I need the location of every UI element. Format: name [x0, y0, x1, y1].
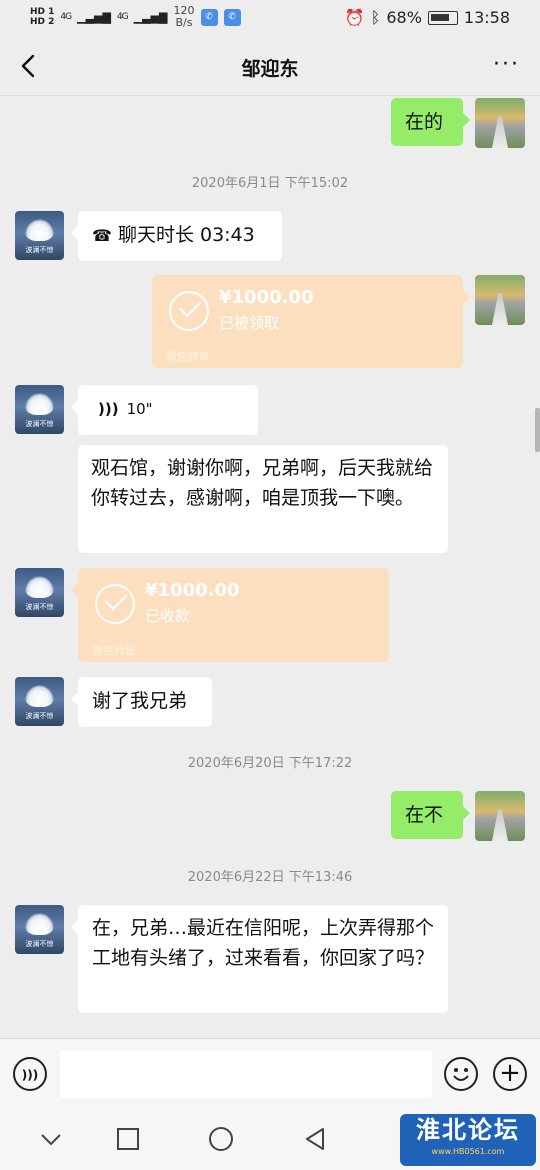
transfer-status: 已收款	[145, 607, 191, 625]
chat-message-list[interactable]: 在的 2020年6月1日 下午15:02 波澜不惊 ☎ 聊天时长 03:43 ¥1…	[0, 96, 540, 1038]
transfer-source: 微信转账	[166, 350, 210, 363]
chat-header: 邹迎东 ···	[0, 38, 540, 96]
hide-chevron-icon[interactable]	[38, 1126, 64, 1152]
clock: 13:58	[463, 8, 510, 27]
back-triangle-icon[interactable]	[302, 1126, 328, 1152]
voice-wave-icon: )))	[98, 400, 119, 418]
message-text: 谢了我兄弟	[92, 690, 188, 712]
contact-avatar[interactable]: 波澜不惊	[15, 677, 64, 726]
voice-duration: 10"	[126, 400, 153, 418]
avatar-caption: 波澜不惊	[25, 940, 54, 948]
network-speed-unit: B/s	[175, 16, 193, 29]
status-left: HD 1 HD 2 4G ▁▃▅▇ 4G ▁▃▅▇ 120 B/s ✆ ✆	[30, 5, 241, 29]
message-text: 观石馆，谢谢你啊，兄弟啊，后天我就给你转过去，感谢啊，咱是顶我一下噢。	[91, 457, 434, 509]
received-message-bubble[interactable]: 观石馆，谢谢你啊，兄弟啊，后天我就给你转过去，感谢啊，咱是顶我一下噢。	[78, 445, 448, 553]
avatar-caption: 波澜不惊	[25, 420, 54, 428]
status-right: ⏰ ᛒ 68% 13:58	[345, 8, 510, 27]
voice-wave-glyph: )))	[21, 1068, 39, 1082]
transfer-amount: ¥1000.00	[145, 580, 240, 601]
contact-avatar[interactable]: 波澜不惊	[15, 568, 64, 617]
message-input-bar: ))) +	[0, 1038, 540, 1110]
transfer-card[interactable]: ¥1000.00 已收款 微信转账	[71, 568, 389, 662]
more-options-icon[interactable]: ···	[493, 54, 520, 76]
hd1-label: HD 1	[30, 7, 55, 17]
hd-indicator: HD 1 HD 2	[30, 7, 54, 27]
contact-avatar[interactable]: 波澜不惊	[15, 385, 64, 434]
watermark-url: www.HB0561.com	[431, 1147, 505, 1156]
transfer-amount: ¥1000.00	[219, 287, 314, 308]
received-message-bubble[interactable]: 谢了我兄弟	[71, 677, 212, 727]
message-text: 在，兄弟…最近在信阳呢，上次弄得那个工地有头绪了，过来看看，你回家了吗？	[92, 917, 435, 969]
plus-icon[interactable]: +	[493, 1057, 527, 1091]
lotus-flower-image	[25, 219, 54, 241]
page-title: 邹迎东	[241, 58, 299, 80]
message-input[interactable]	[60, 1050, 432, 1098]
lotus-flower-image	[25, 393, 54, 415]
battery-percent: 68%	[386, 8, 422, 27]
signal-bars-icon: ▁▃▅▇	[77, 10, 111, 24]
timestamp: 2020年6月22日 下午13:46	[187, 870, 353, 885]
avatar-caption: 波澜不惊	[25, 603, 54, 611]
wifi-call-icon: ✆	[200, 8, 218, 26]
lotus-flower-image	[25, 685, 54, 707]
check-circle-icon	[95, 584, 135, 624]
sent-message-bubble[interactable]: 在的	[391, 98, 470, 146]
home-icon[interactable]	[208, 1126, 234, 1152]
recent-apps-icon[interactable]	[115, 1126, 141, 1152]
timestamp: 2020年6月1日 下午15:02	[191, 176, 349, 191]
signal-bars-icon: ▁▃▅▇	[133, 10, 168, 24]
avatar-caption: 波澜不惊	[25, 712, 54, 720]
call-duration-label: 聊天时长 03:43	[117, 224, 255, 246]
signal-1-label: 4G	[60, 12, 72, 22]
transfer-card[interactable]: ¥1000.00 已被领取 微信转账	[152, 275, 470, 368]
transfer-status: 已被领取	[219, 314, 280, 332]
my-avatar[interactable]	[475, 791, 525, 841]
my-avatar[interactable]	[475, 275, 525, 325]
timestamp: 2020年6月20日 下午17:22	[187, 756, 353, 771]
call-record-bubble[interactable]: ☎ 聊天时长 03:43	[71, 211, 282, 261]
signal-2-label: 4G	[116, 12, 129, 22]
forum-watermark-logo: 淮北论坛 www.HB0561.com	[400, 1114, 536, 1166]
alarm-icon: ⏰	[344, 8, 365, 27]
transfer-source: 微信转账	[92, 644, 136, 657]
watermark-title: 淮北论坛	[416, 1116, 520, 1144]
voice-message-bubble[interactable]: ))) 10"	[71, 385, 258, 435]
lotus-flower-image	[25, 576, 54, 598]
received-message-bubble[interactable]: 在，兄弟…最近在信阳呢，上次弄得那个工地有头绪了，过来看看，你回家了吗？	[71, 905, 448, 1013]
contact-avatar[interactable]: 波澜不惊	[15, 211, 64, 260]
message-text: 在不	[405, 804, 444, 826]
avatar-caption: 波澜不惊	[25, 246, 54, 254]
message-text: 在的	[405, 111, 444, 133]
network-speed: 120 B/s	[174, 5, 195, 29]
check-circle-icon	[169, 291, 209, 331]
scrollbar-thumb[interactable]	[535, 408, 540, 452]
phone-hangup-icon: ☎	[92, 226, 112, 245]
battery-icon	[427, 10, 458, 25]
bluetooth-icon: ᛒ	[370, 8, 381, 27]
sent-message-bubble[interactable]: 在不	[391, 791, 470, 839]
status-bar: HD 1 HD 2 4G ▁▃▅▇ 4G ▁▃▅▇ 120 B/s ✆ ✆ ⏰ …	[0, 0, 540, 38]
emoji-icon[interactable]	[444, 1057, 478, 1091]
my-avatar[interactable]	[475, 98, 525, 148]
system-nav-bar: 淮北论坛 www.HB0561.com	[0, 1110, 540, 1170]
wifi-call-icon: ✆	[223, 8, 241, 26]
smiley-face-icon	[453, 1068, 469, 1081]
hd2-label: HD 2	[30, 17, 55, 27]
lotus-flower-image	[25, 913, 54, 935]
contact-avatar[interactable]: 波澜不惊	[15, 905, 64, 954]
voice-toggle-icon[interactable]: )))	[13, 1057, 47, 1091]
